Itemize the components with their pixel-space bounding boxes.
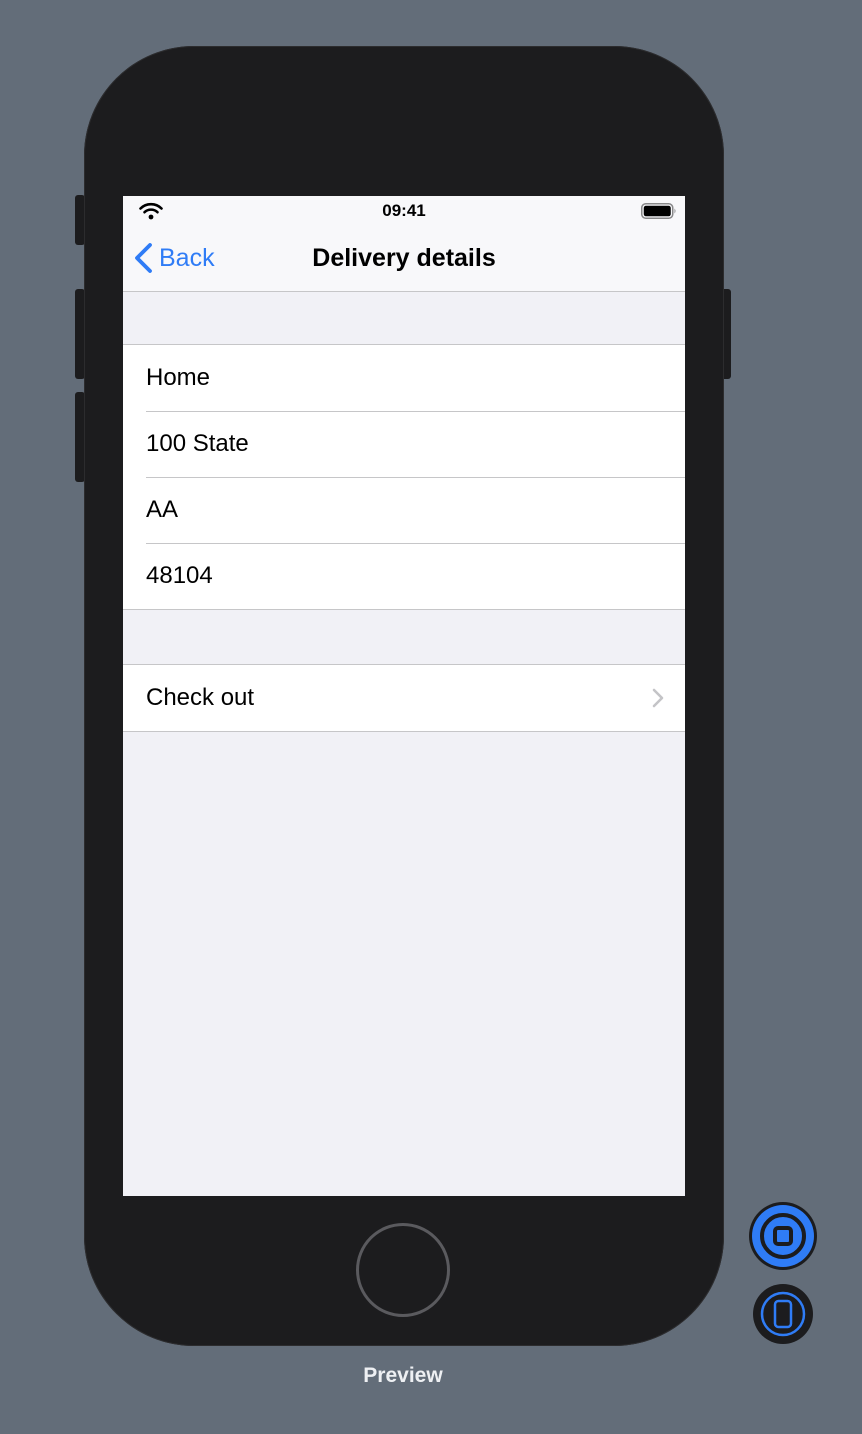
device-icon <box>760 1291 806 1337</box>
page-title: Delivery details <box>312 244 496 272</box>
navigation-bar: Back Delivery details <box>123 230 685 292</box>
status-time: 09:41 <box>382 201 426 220</box>
address-street-value: 100 State <box>146 430 249 457</box>
checkout-label: Check out <box>146 684 255 711</box>
checkout-row[interactable]: Check out <box>123 665 685 731</box>
address-city-field[interactable]: AA <box>123 477 685 543</box>
address-zip-value: 48104 <box>146 562 213 589</box>
address-name-value: Home <box>146 364 211 391</box>
address-city-value: AA <box>146 496 179 523</box>
preview-label: Preview <box>363 1364 443 1387</box>
address-name-field[interactable]: Home <box>123 345 685 411</box>
address-section: Home 100 State AA 48104 <box>123 344 685 610</box>
address-zip-field[interactable]: 48104 <box>123 543 685 609</box>
live-preview-button[interactable] <box>749 1202 817 1270</box>
battery-icon <box>641 203 676 219</box>
status-bar: 09:41 <box>123 196 685 230</box>
live-preview-icon <box>752 1205 814 1267</box>
device-screen: 09:41 Back Delivery details Home 100 Sta… <box>123 196 685 1196</box>
checkout-section: Check out <box>123 664 685 732</box>
address-street-field[interactable]: 100 State <box>123 411 685 477</box>
chevron-right-icon <box>652 688 664 708</box>
home-button[interactable] <box>356 1223 450 1317</box>
device-settings-button[interactable] <box>753 1284 813 1344</box>
